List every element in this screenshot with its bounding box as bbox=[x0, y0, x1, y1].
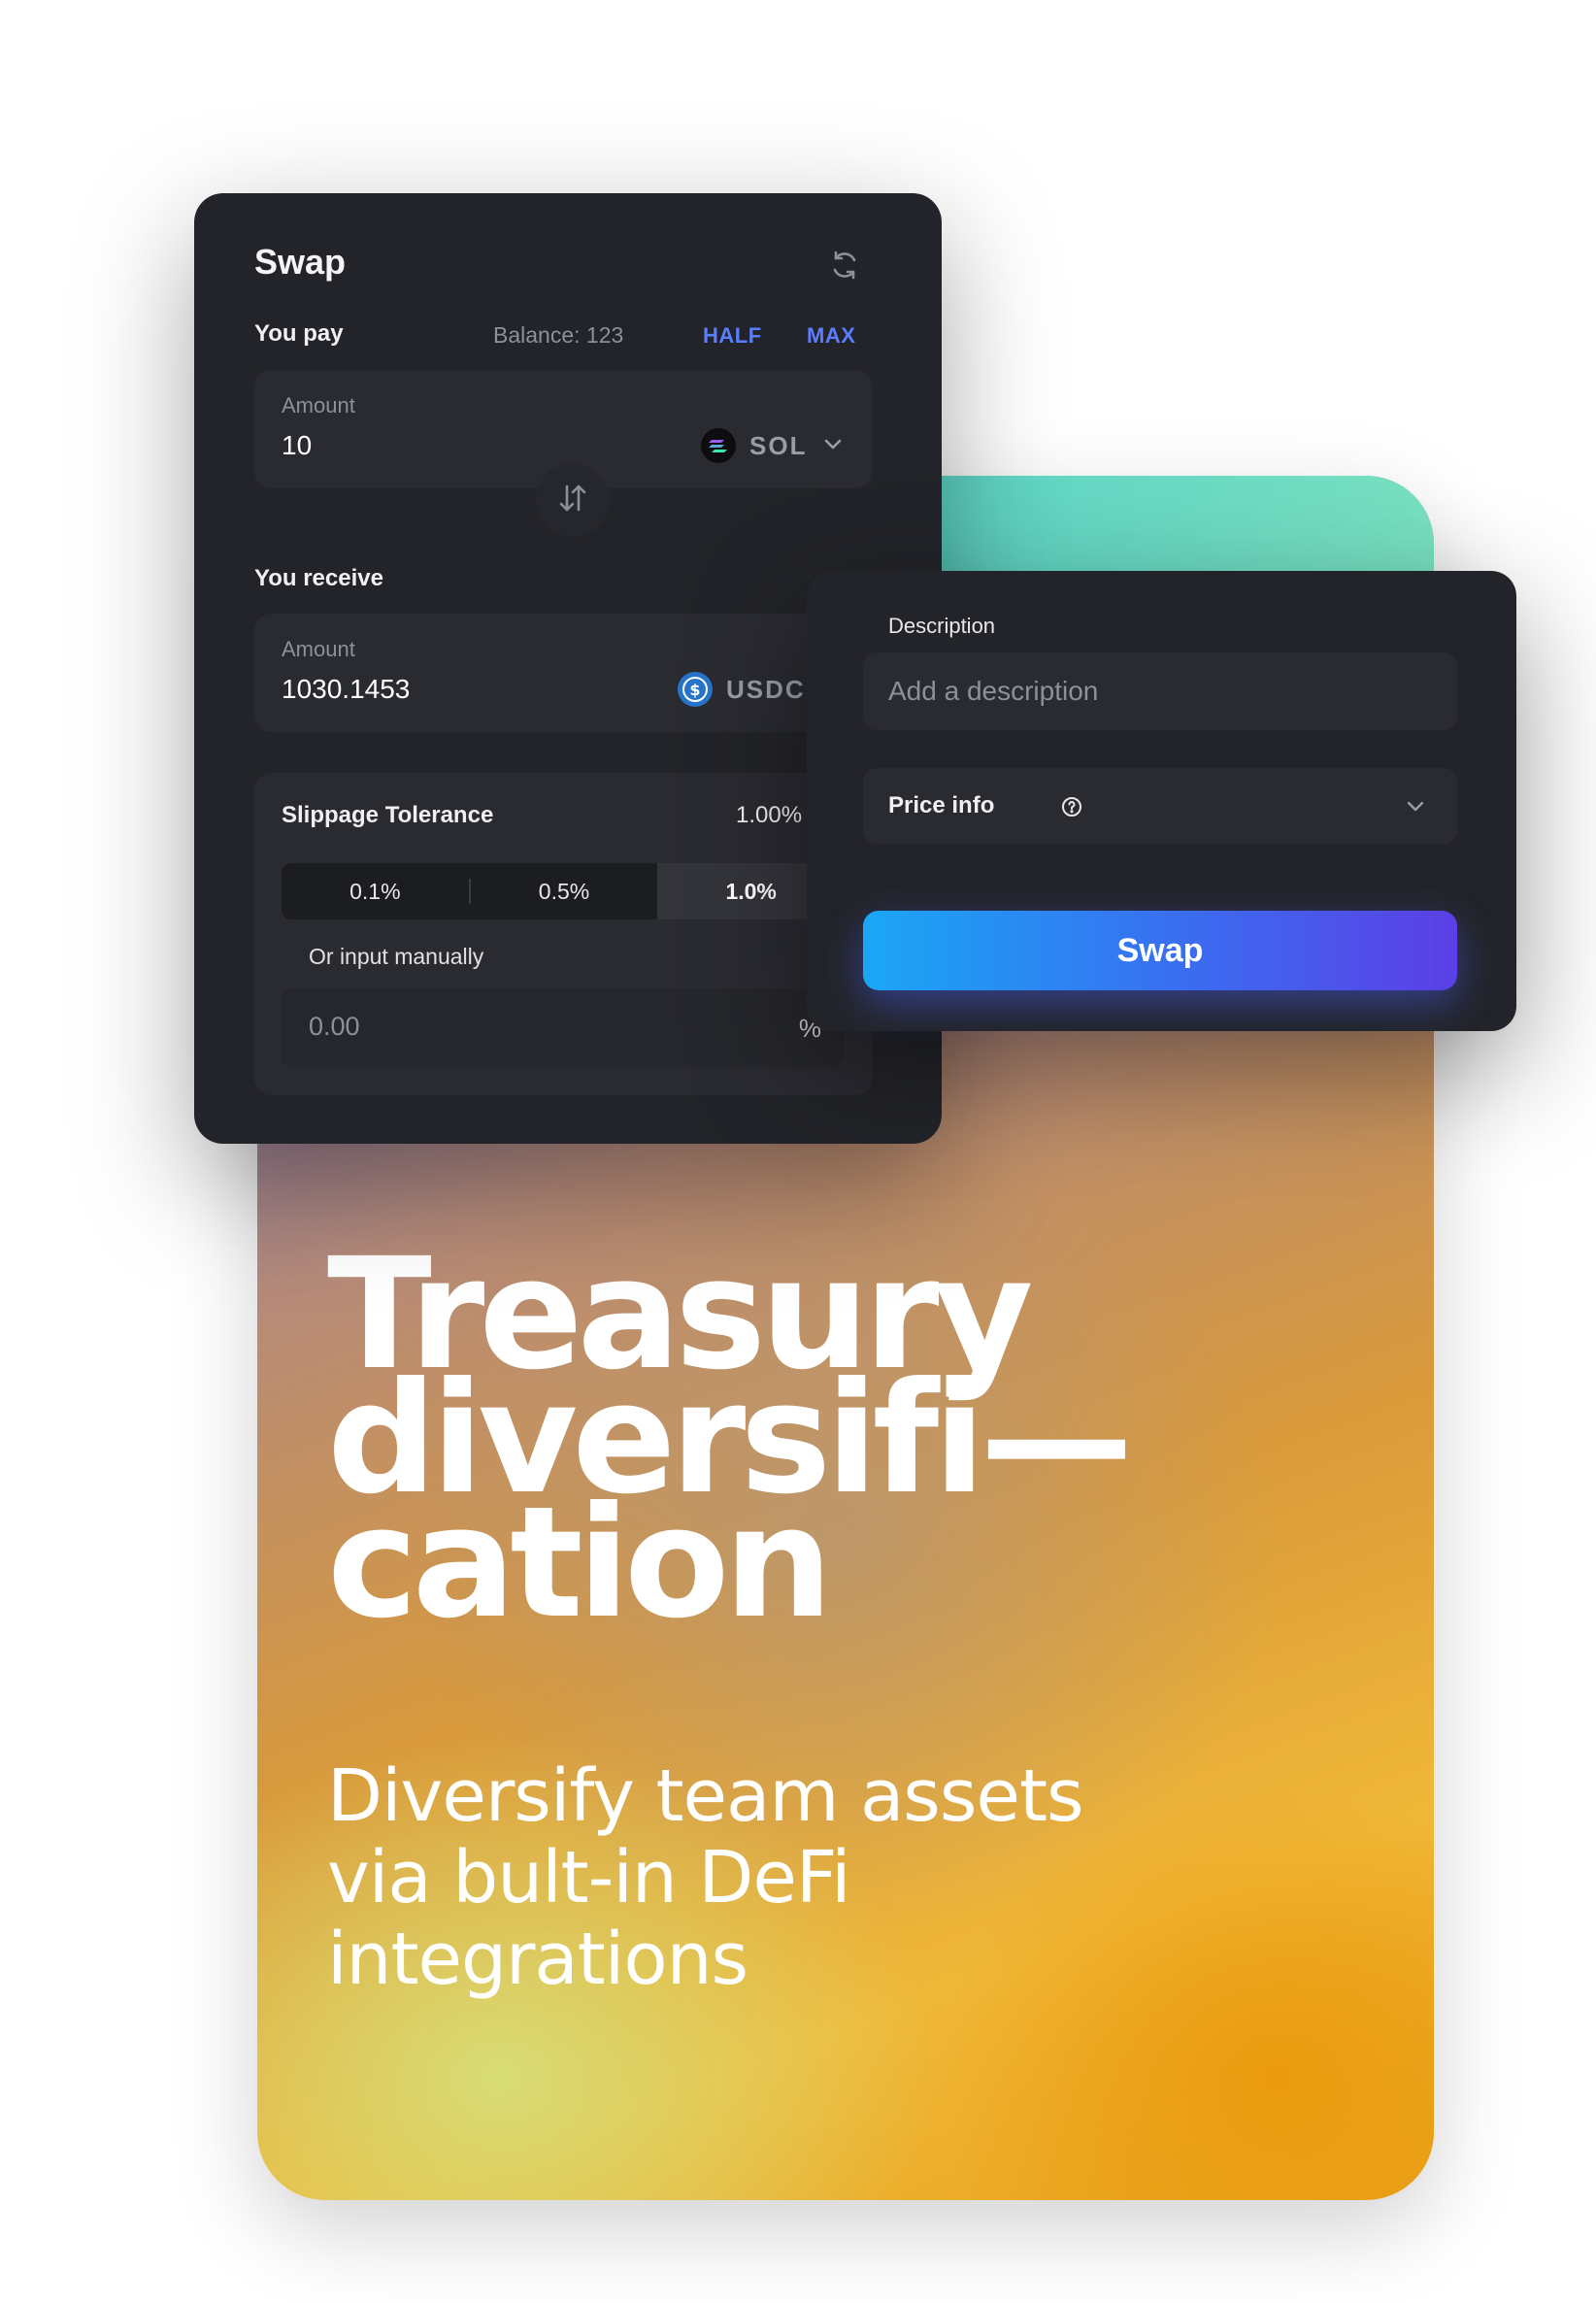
hero-headline: Treasury diversifi— cation bbox=[327, 1238, 1424, 1640]
slippage-manual-input[interactable]: 0.00 % bbox=[282, 988, 845, 1068]
pay-amount-label: Amount bbox=[282, 393, 355, 417]
chevron-down-icon bbox=[1403, 793, 1428, 818]
hero-subhead-line: Diversify team assets bbox=[327, 1754, 1084, 1838]
refresh-icon[interactable] bbox=[827, 248, 862, 283]
price-info-toggle[interactable]: Price info bbox=[863, 768, 1457, 844]
swap-button[interactable]: Swap bbox=[863, 911, 1457, 990]
hero-subhead: Diversify team assets via bult-in DeFi i… bbox=[327, 1755, 1298, 2000]
pay-amount-input[interactable]: 10 bbox=[282, 430, 312, 461]
description-panel: Description Add a description Price info… bbox=[807, 571, 1516, 1031]
swap-title: Swap bbox=[254, 242, 347, 282]
description-placeholder: Add a description bbox=[888, 676, 1099, 706]
slippage-title: Slippage Tolerance bbox=[282, 802, 494, 828]
pay-token-select[interactable]: SOL bbox=[701, 426, 846, 465]
price-info-label: Price info bbox=[888, 792, 995, 818]
receive-amount-value: 1030.1453 bbox=[282, 674, 411, 704]
half-button[interactable]: HALF bbox=[703, 323, 762, 349]
description-label: Description bbox=[888, 614, 996, 638]
max-button[interactable]: MAX bbox=[807, 323, 855, 349]
hero-subhead-line: via bult-in DeFi bbox=[327, 1836, 851, 1919]
slippage-options: 0.1% 0.5% 1.0% bbox=[282, 863, 845, 919]
receive-token-select[interactable]: $ USDC bbox=[678, 670, 806, 709]
slippage-section: Slippage Tolerance 1.00% 0.1% 0.5% 1.0% … bbox=[254, 773, 872, 1095]
you-pay-label: You pay bbox=[254, 320, 344, 347]
svg-text:$: $ bbox=[689, 681, 700, 699]
receive-amount-label: Amount bbox=[282, 637, 355, 661]
receive-amount-field[interactable]: Amount 1030.1453 $ USDC bbox=[254, 614, 872, 732]
description-input[interactable]: Add a description bbox=[863, 652, 1457, 730]
flip-tokens-button[interactable] bbox=[536, 463, 610, 537]
swap-arrows-icon bbox=[553, 479, 592, 522]
slippage-current-value: 1.00% bbox=[736, 802, 803, 828]
pay-token-name: SOL bbox=[749, 430, 808, 460]
help-circle-icon[interactable] bbox=[1061, 796, 1082, 818]
slippage-option-0.5[interactable]: 0.5% bbox=[471, 863, 658, 919]
chevron-down-icon bbox=[820, 431, 846, 461]
balance-text: Balance: 123 bbox=[493, 322, 624, 348]
slippage-option-0.1[interactable]: 0.1% bbox=[282, 863, 469, 919]
you-receive-label: You receive bbox=[254, 565, 383, 591]
hero-subhead-line: integrations bbox=[327, 1918, 748, 2001]
solana-icon bbox=[701, 428, 736, 463]
receive-token-name: USDC bbox=[726, 674, 806, 704]
slippage-manual-placeholder: 0.00 bbox=[309, 1012, 360, 1041]
usdc-icon: $ bbox=[678, 672, 713, 707]
manual-input-label: Or input manually bbox=[309, 944, 484, 969]
